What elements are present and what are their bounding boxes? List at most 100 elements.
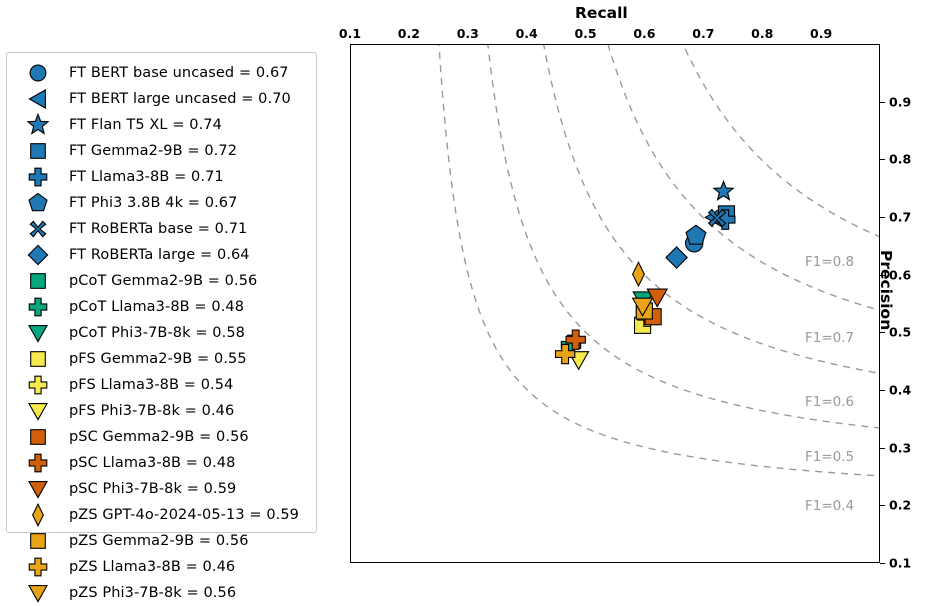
x-tick-label: 0.1 (338, 26, 362, 41)
iso-f1-label: F1=0.5 (805, 449, 855, 466)
y-tick-mark (880, 447, 885, 449)
y-tick-label: 0.5 (889, 324, 912, 340)
star-marker-icon (21, 113, 55, 137)
plus-marker-icon (21, 555, 55, 579)
triangle-left-marker-icon (21, 87, 55, 111)
legend-item[interactable]: pSC Gemma2-9B = 0.56 (7, 424, 316, 450)
data-point-marker (685, 224, 707, 245)
y-tick-label: 0.4 (889, 382, 912, 398)
data-point-marker (712, 179, 735, 201)
iso-f1-curve (607, 45, 879, 311)
legend-item-label: pFS Phi3-7B-8k = 0.46 (69, 403, 235, 419)
y-tick-mark (880, 217, 885, 218)
legend-item-label: pFS Llama3-8B = 0.54 (69, 377, 234, 393)
data-point-marker (665, 246, 688, 269)
x-tick-label: 0.8 (751, 26, 774, 41)
legend-item[interactable]: pFS Phi3-7B-8k = 0.46 (7, 398, 316, 424)
legend-item-label: pCoT Phi3-7B-8k = 0.58 (69, 325, 245, 341)
legend-item-label: FT RoBERTa large = 0.64 (69, 247, 250, 263)
plus-marker-icon (21, 165, 55, 189)
legend-item[interactable]: pZS Gemma2-9B = 0.56 (7, 528, 316, 554)
iso-f1-curve (682, 45, 879, 238)
square-marker-icon (21, 529, 55, 553)
thin-diamond-marker-icon (21, 503, 55, 527)
legend-item[interactable]: FT BERT base uncased = 0.67 (7, 60, 316, 86)
legend-item-label: pFS Gemma2-9B = 0.55 (69, 351, 247, 367)
x-tick-label: 0.7 (692, 26, 715, 41)
scatter-canvas (438, 45, 879, 477)
iso-f1-label: F1=0.8 (805, 254, 855, 271)
legend-item-label: pCoT Gemma2-9B = 0.56 (69, 273, 258, 289)
legend-item[interactable]: pCoT Llama3-8B = 0.48 (7, 294, 316, 320)
legend-item[interactable]: FT Phi3 3.8B 4k = 0.67 (7, 190, 316, 216)
legend-item[interactable]: pCoT Phi3-7B-8k = 0.58 (7, 320, 316, 346)
legend-item[interactable]: FT Gemma2-9B = 0.72 (7, 138, 316, 164)
legend-item-label: pZS Llama3-8B = 0.46 (69, 559, 236, 575)
x-tick-label: 0.2 (397, 26, 420, 41)
legend-item[interactable]: pSC Phi3-7B-8k = 0.59 (7, 476, 316, 502)
legend-item[interactable]: FT BERT large uncased = 0.70 (7, 86, 316, 112)
legend-item-label: FT Gemma2-9B = 0.72 (69, 143, 238, 159)
circle-marker-icon (21, 61, 55, 85)
legend-item-label: FT RoBERTa base = 0.71 (69, 221, 248, 237)
x-tick-label: 0.3 (456, 26, 479, 41)
x-tick-label: 0.4 (515, 26, 538, 41)
iso-f1-label: F1=0.6 (805, 393, 855, 410)
legend-item-label: pCoT Llama3-8B = 0.48 (69, 299, 245, 315)
x-axis-title: Recall (575, 4, 628, 22)
triangle-down-marker-icon (21, 477, 55, 501)
plus-marker-icon (21, 295, 55, 319)
legend-item[interactable]: pSC Llama3-8B = 0.48 (7, 450, 316, 476)
legend-item[interactable]: FT Llama3-8B = 0.71 (7, 164, 316, 190)
legend-item[interactable]: pZS Llama3-8B = 0.46 (7, 554, 316, 580)
y-tick-label: 0.7 (889, 209, 912, 225)
legend-box: FT BERT base uncased = 0.67 FT BERT large… (6, 52, 317, 603)
square-marker-icon (21, 269, 55, 293)
legend-item[interactable]: FT Flan T5 XL = 0.74 (7, 112, 316, 138)
legend-item-label: pZS Phi3-7B-8k = 0.56 (69, 585, 237, 601)
legend-item-label: pSC Gemma2-9B = 0.56 (69, 429, 249, 445)
triangle-down-marker-icon (21, 399, 55, 423)
legend-item-label: FT BERT base uncased = 0.67 (69, 65, 289, 81)
chart-page: FT BERT base uncased = 0.67 FT BERT large… (0, 0, 939, 603)
plus-marker-icon (21, 451, 55, 475)
legend-item[interactable]: pZS Phi3-7B-8k = 0.56 (7, 580, 316, 606)
y-tick-label: 0.3 (889, 440, 912, 456)
square-marker-icon (21, 347, 55, 371)
y-tick-label: 0.2 (889, 497, 912, 513)
legend-item[interactable]: FT RoBERTa large = 0.64 (7, 242, 316, 268)
y-tick-label: 0.8 (889, 151, 912, 167)
legend-item-label: FT Phi3 3.8B 4k = 0.67 (69, 195, 238, 211)
diamond-marker-icon (21, 243, 55, 267)
legend-item-label: pZS GPT-4o-2024-05-13 = 0.59 (69, 507, 300, 523)
iso-f1-label: F1=0.4 (805, 497, 855, 514)
y-tick-mark (880, 274, 885, 276)
y-tick-mark (880, 505, 885, 507)
plus-marker-icon (21, 373, 55, 397)
y-tick-label: 0.9 (889, 94, 912, 110)
iso-f1-label: F1=0.7 (805, 329, 855, 346)
legend-item[interactable]: pZS GPT-4o-2024-05-13 = 0.59 (7, 502, 316, 528)
x-tick-label: 0.6 (633, 26, 656, 41)
triangle-down-marker-icon (21, 581, 55, 605)
y-tick-label: 0.6 (889, 267, 912, 283)
y-tick-mark (880, 563, 885, 564)
legend-item[interactable]: pFS Gemma2-9B = 0.55 (7, 346, 316, 372)
y-tick-mark (880, 390, 885, 391)
square-marker-icon (21, 425, 55, 449)
legend-item[interactable]: FT RoBERTa base = 0.71 (7, 216, 316, 242)
legend-item-label: FT Flan T5 XL = 0.74 (69, 117, 222, 133)
legend-item-label: pZS Gemma2-9B = 0.56 (69, 533, 249, 549)
y-tick-mark (880, 332, 885, 334)
y-tick-label: 0.1 (889, 555, 912, 571)
data-point-marker (631, 261, 645, 288)
iso-f1-curve (487, 45, 879, 429)
y-tick-mark (880, 159, 885, 161)
legend-item-label: FT Llama3-8B = 0.71 (69, 169, 224, 185)
legend-item[interactable]: pCoT Gemma2-9B = 0.56 (7, 268, 316, 294)
legend-item-label: FT BERT large uncased = 0.70 (69, 91, 291, 107)
x-tick-label: 0.5 (574, 26, 597, 41)
legend-item-label: pSC Llama3-8B = 0.48 (69, 455, 236, 471)
x-marker-icon (21, 217, 55, 241)
legend-item[interactable]: pFS Llama3-8B = 0.54 (7, 372, 316, 398)
